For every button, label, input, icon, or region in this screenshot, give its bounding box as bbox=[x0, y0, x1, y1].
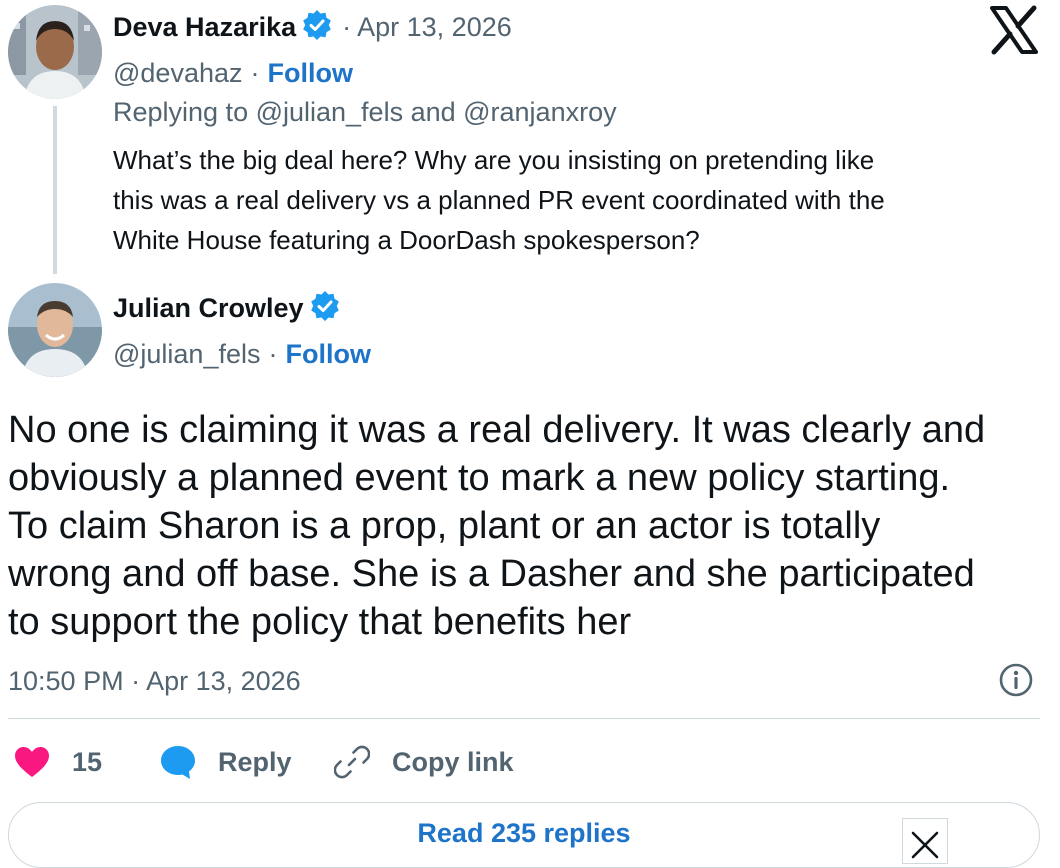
handle-separator: · bbox=[268, 338, 278, 369]
follow-button[interactable]: Follow bbox=[268, 58, 353, 89]
like-count: 15 bbox=[72, 746, 103, 777]
heart-icon bbox=[14, 746, 50, 778]
main-text-line: No one is claiming it was a real deliver… bbox=[8, 409, 986, 451]
verified-badge-icon bbox=[310, 290, 340, 326]
parent-text-line: White House featuring a DoorDash spokesp… bbox=[113, 225, 700, 255]
follow-button[interactable]: Follow bbox=[286, 339, 371, 370]
parent-author-name[interactable]: Deva Hazarika bbox=[113, 12, 296, 43]
main-text-line: to support the policy that benefits her bbox=[8, 601, 632, 643]
reply-button[interactable]: Reply bbox=[160, 744, 292, 780]
verified-badge-icon bbox=[302, 9, 332, 45]
close-icon[interactable] bbox=[902, 818, 948, 864]
like-button[interactable]: 15 bbox=[14, 744, 102, 780]
main-text-line: wrong and off base. She is a Dasher and … bbox=[8, 553, 975, 595]
parent-text-line: this was a real delivery vs a planned PR… bbox=[113, 185, 885, 215]
copy-link-label: Copy link bbox=[392, 746, 514, 777]
parent-text-line: What’s the big deal here? Why are you in… bbox=[113, 145, 875, 175]
main-text-line: To claim Sharon is a prop, plant or an a… bbox=[8, 505, 881, 547]
main-text-line: obviously a planned event to mark a new … bbox=[8, 457, 951, 499]
handle-separator: · bbox=[250, 57, 260, 88]
x-logo-icon[interactable] bbox=[988, 4, 1044, 60]
avatar-deva-hazarika[interactable] bbox=[8, 5, 102, 99]
parent-tweet-text: What’s the big deal here? Why are you in… bbox=[113, 140, 885, 260]
read-replies-button[interactable]: Read 235 replies bbox=[8, 802, 1040, 868]
main-author-name[interactable]: Julian Crowley bbox=[113, 293, 304, 324]
main-tweet-text: No one is claiming it was a real deliver… bbox=[8, 406, 985, 646]
copy-link-button[interactable]: Copy link bbox=[333, 744, 514, 780]
parent-handle[interactable]: @devahaz bbox=[113, 58, 243, 89]
main-handle[interactable]: @julian_fels bbox=[113, 339, 261, 370]
thread-connector-line bbox=[53, 106, 57, 274]
read-replies-label: Read 235 replies bbox=[417, 817, 631, 848]
tweet-timestamp[interactable]: 10:50 PM · Apr 13, 2026 bbox=[8, 663, 301, 699]
parent-date[interactable]: · Apr 13, 2026 bbox=[342, 12, 512, 43]
reply-label: Reply bbox=[218, 746, 292, 777]
link-icon bbox=[333, 744, 371, 780]
divider bbox=[8, 718, 1040, 719]
info-icon[interactable] bbox=[998, 662, 1034, 698]
avatar-julian-crowley[interactable] bbox=[8, 283, 102, 377]
replying-to-text: Replying to @julian_fels and @ranjanxroy bbox=[113, 97, 617, 127]
speech-bubble-icon bbox=[160, 744, 196, 780]
